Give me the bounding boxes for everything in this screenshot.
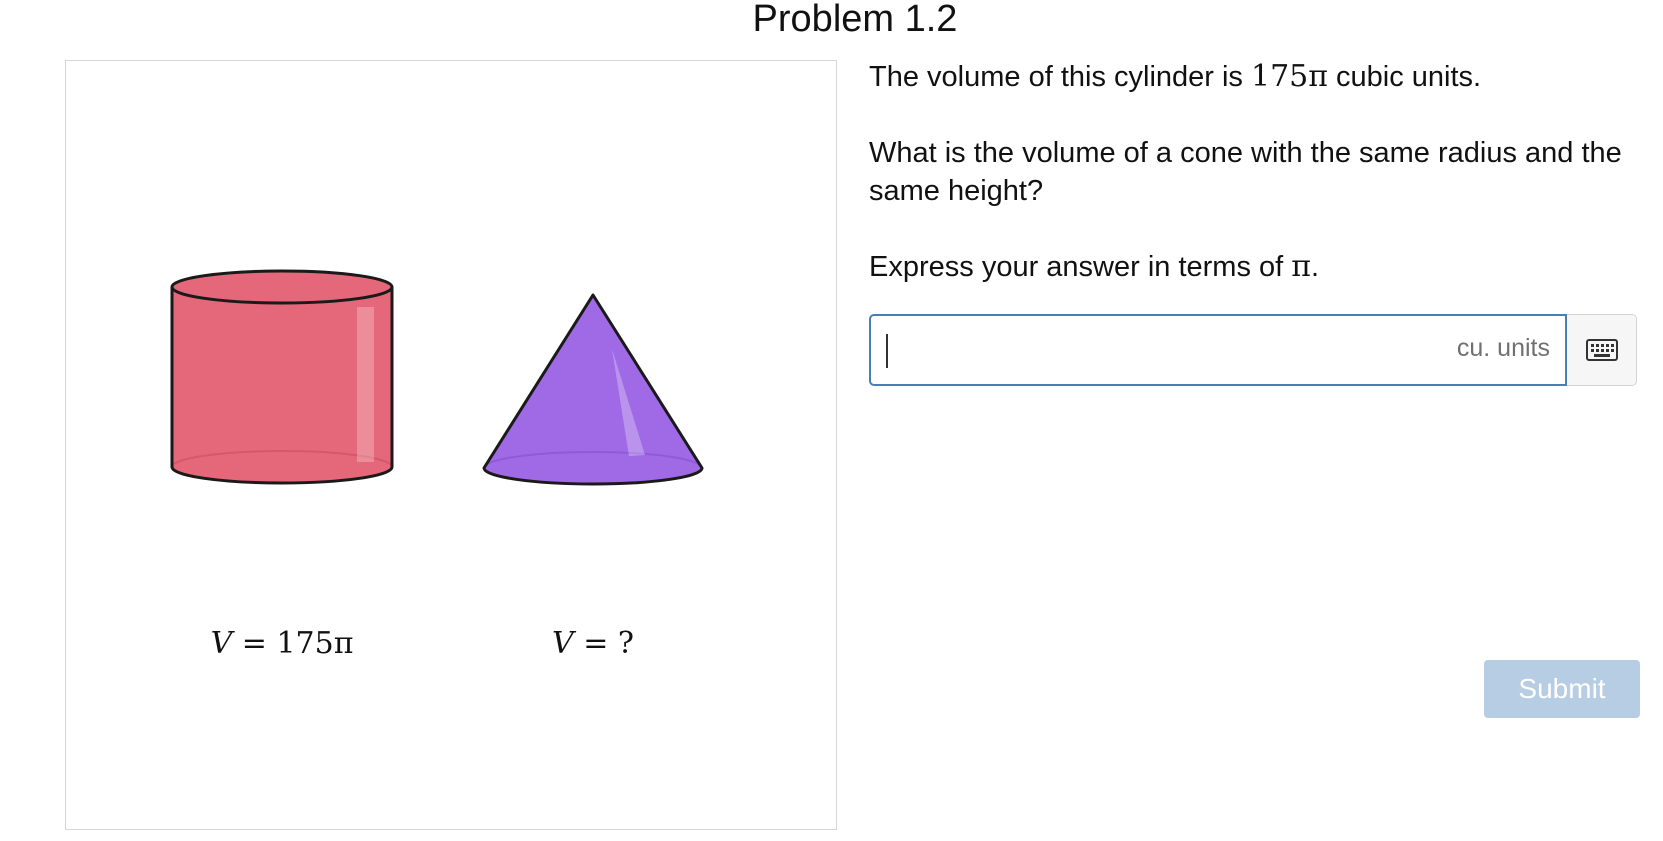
answer-unit-label: cu. units [1456,334,1550,362]
question-line-cone-volume: What is the volume of a cone with the sa… [869,137,1622,207]
cone-volume-label: V = ? [552,626,634,661]
cylinder-volume-label: V = 175π [210,626,354,661]
question-panel: The volume of this cylinder is 175π cubi… [869,58,1649,718]
submit-button[interactable]: Submit [1484,660,1640,718]
answer-input[interactable]: cu. units [869,314,1567,386]
math-keyboard-button[interactable] [1567,314,1637,386]
solids-illustration [170,269,704,486]
cone-shape [482,293,704,486]
figure-panel: V = 175π V = ? [65,60,837,830]
problem-page: Problem 1.2 V = 175π V = ? The volume of… [0,0,1663,841]
question-line-instructions: Express your answer in terms of π. [869,249,1320,284]
cylinder-shape [170,269,394,485]
page-title: Problem 1.2 [752,0,958,40]
keyboard-icon [1585,339,1618,361]
answer-row: cu. units Submit [869,314,1640,718]
text-caret [886,334,888,368]
question-line-cylinder-volume: The volume of this cylinder is 175π cubi… [869,59,1482,94]
